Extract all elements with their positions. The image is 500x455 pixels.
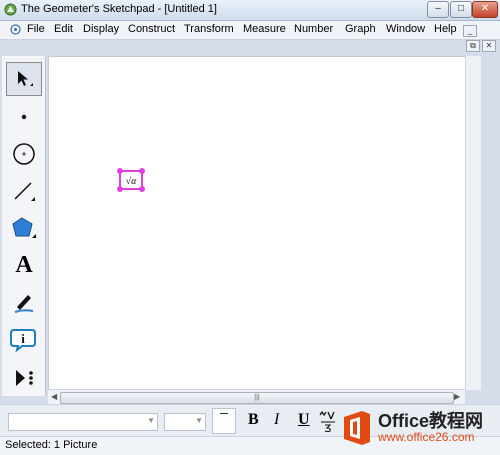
italic-button[interactable]: I bbox=[274, 411, 279, 429]
font-name-select[interactable]: ▼ bbox=[8, 413, 158, 431]
point-tool[interactable] bbox=[6, 100, 42, 134]
bold-button[interactable]: B bbox=[248, 411, 259, 429]
mdi-close-icon: ✕ bbox=[485, 41, 493, 50]
minimize-icon: – bbox=[435, 3, 441, 14]
close-icon: ✕ bbox=[480, 3, 490, 14]
minimize-button[interactable]: – bbox=[427, 1, 449, 18]
selected-picture[interactable]: √α bbox=[117, 168, 145, 192]
restore-icon: □ bbox=[457, 3, 465, 14]
menu-bar: File Edit Display Construct Transform Me… bbox=[0, 21, 500, 40]
mdi-close-button[interactable]: ✕ bbox=[482, 40, 496, 52]
chevron-down-icon: ▼ bbox=[147, 416, 155, 425]
status-text: Selected: 1 Picture bbox=[5, 439, 98, 451]
marker-tool-icon bbox=[14, 295, 34, 313]
menu-number[interactable]: Number bbox=[294, 23, 333, 35]
picture-label: √α bbox=[126, 176, 137, 187]
point-tool-icon bbox=[21, 114, 27, 120]
mdi-restore-icon: ⧉ bbox=[470, 41, 476, 50]
compass-tool[interactable] bbox=[6, 137, 42, 171]
text-color-button[interactable] bbox=[212, 408, 236, 434]
horizontal-scrollbar[interactable]: ◀ ||| ▶ bbox=[48, 389, 465, 405]
title-bar: The Geometer's Sketchpad - [Untitled 1] … bbox=[0, 0, 500, 21]
straightedge-tool[interactable] bbox=[6, 174, 42, 208]
chevron-down-icon: ▼ bbox=[195, 416, 203, 425]
polygon-tool-icon bbox=[12, 217, 36, 238]
mdi-minimize-button[interactable]: _ bbox=[463, 25, 477, 37]
information-tool-icon: i bbox=[10, 329, 36, 352]
restore-button[interactable]: □ bbox=[450, 1, 472, 18]
canvas-layer: √α bbox=[117, 168, 145, 192]
information-tool-glyph: i bbox=[21, 331, 25, 346]
menu-file[interactable]: File bbox=[27, 23, 45, 35]
custom-tool-icon bbox=[16, 370, 33, 386]
toolbox: A i bbox=[2, 56, 46, 396]
menu-edit[interactable]: Edit bbox=[54, 23, 73, 35]
office-logo-icon bbox=[344, 411, 370, 445]
font-size-select[interactable]: ▼ bbox=[164, 413, 206, 431]
menu-measure[interactable]: Measure bbox=[243, 23, 286, 35]
underline-button[interactable]: U bbox=[298, 411, 310, 429]
color-swatch-icon bbox=[220, 413, 228, 414]
menu-help[interactable]: Help bbox=[434, 23, 457, 35]
vertical-scrollbar[interactable] bbox=[465, 56, 481, 390]
arrow-tool[interactable] bbox=[6, 62, 42, 96]
text-tool[interactable]: A bbox=[6, 248, 42, 282]
marker-tool[interactable] bbox=[6, 285, 42, 319]
sketch-canvas[interactable]: √α bbox=[48, 56, 465, 389]
polygon-tool[interactable] bbox=[6, 211, 42, 245]
window-title: The Geometer's Sketchpad - [Untitled 1] bbox=[21, 3, 217, 15]
math-format-icon[interactable] bbox=[318, 409, 338, 433]
text-tool-icon: A bbox=[15, 251, 33, 278]
menu-transform[interactable]: Transform bbox=[184, 23, 234, 35]
sketchpad-app-icon bbox=[4, 3, 17, 16]
menu-construct[interactable]: Construct bbox=[128, 23, 175, 35]
document-icon[interactable] bbox=[10, 24, 21, 35]
menu-graph[interactable]: Graph bbox=[345, 23, 376, 35]
straightedge-tool-icon bbox=[14, 182, 35, 201]
menu-window[interactable]: Window bbox=[386, 23, 425, 35]
information-tool[interactable]: i bbox=[6, 322, 42, 356]
scroll-right-icon[interactable]: ▶ bbox=[454, 392, 460, 401]
mdi-restore-button[interactable]: ⧉ bbox=[466, 40, 480, 52]
menu-display[interactable]: Display bbox=[83, 23, 119, 35]
scroll-left-icon[interactable]: ◀ bbox=[51, 392, 57, 401]
mdi-minimize-icon: _ bbox=[467, 26, 473, 35]
horizontal-scroll-thumb[interactable]: ||| bbox=[60, 392, 454, 404]
grip-icon: ||| bbox=[254, 394, 260, 401]
custom-tool[interactable] bbox=[6, 361, 42, 395]
site-watermark: Office教程网 www.office26.com bbox=[338, 406, 498, 450]
close-button[interactable]: ✕ bbox=[472, 1, 498, 18]
watermark-url: www.office26.com bbox=[378, 430, 475, 444]
compass-tool-icon bbox=[13, 143, 35, 165]
arrow-tool-icon bbox=[18, 71, 33, 86]
